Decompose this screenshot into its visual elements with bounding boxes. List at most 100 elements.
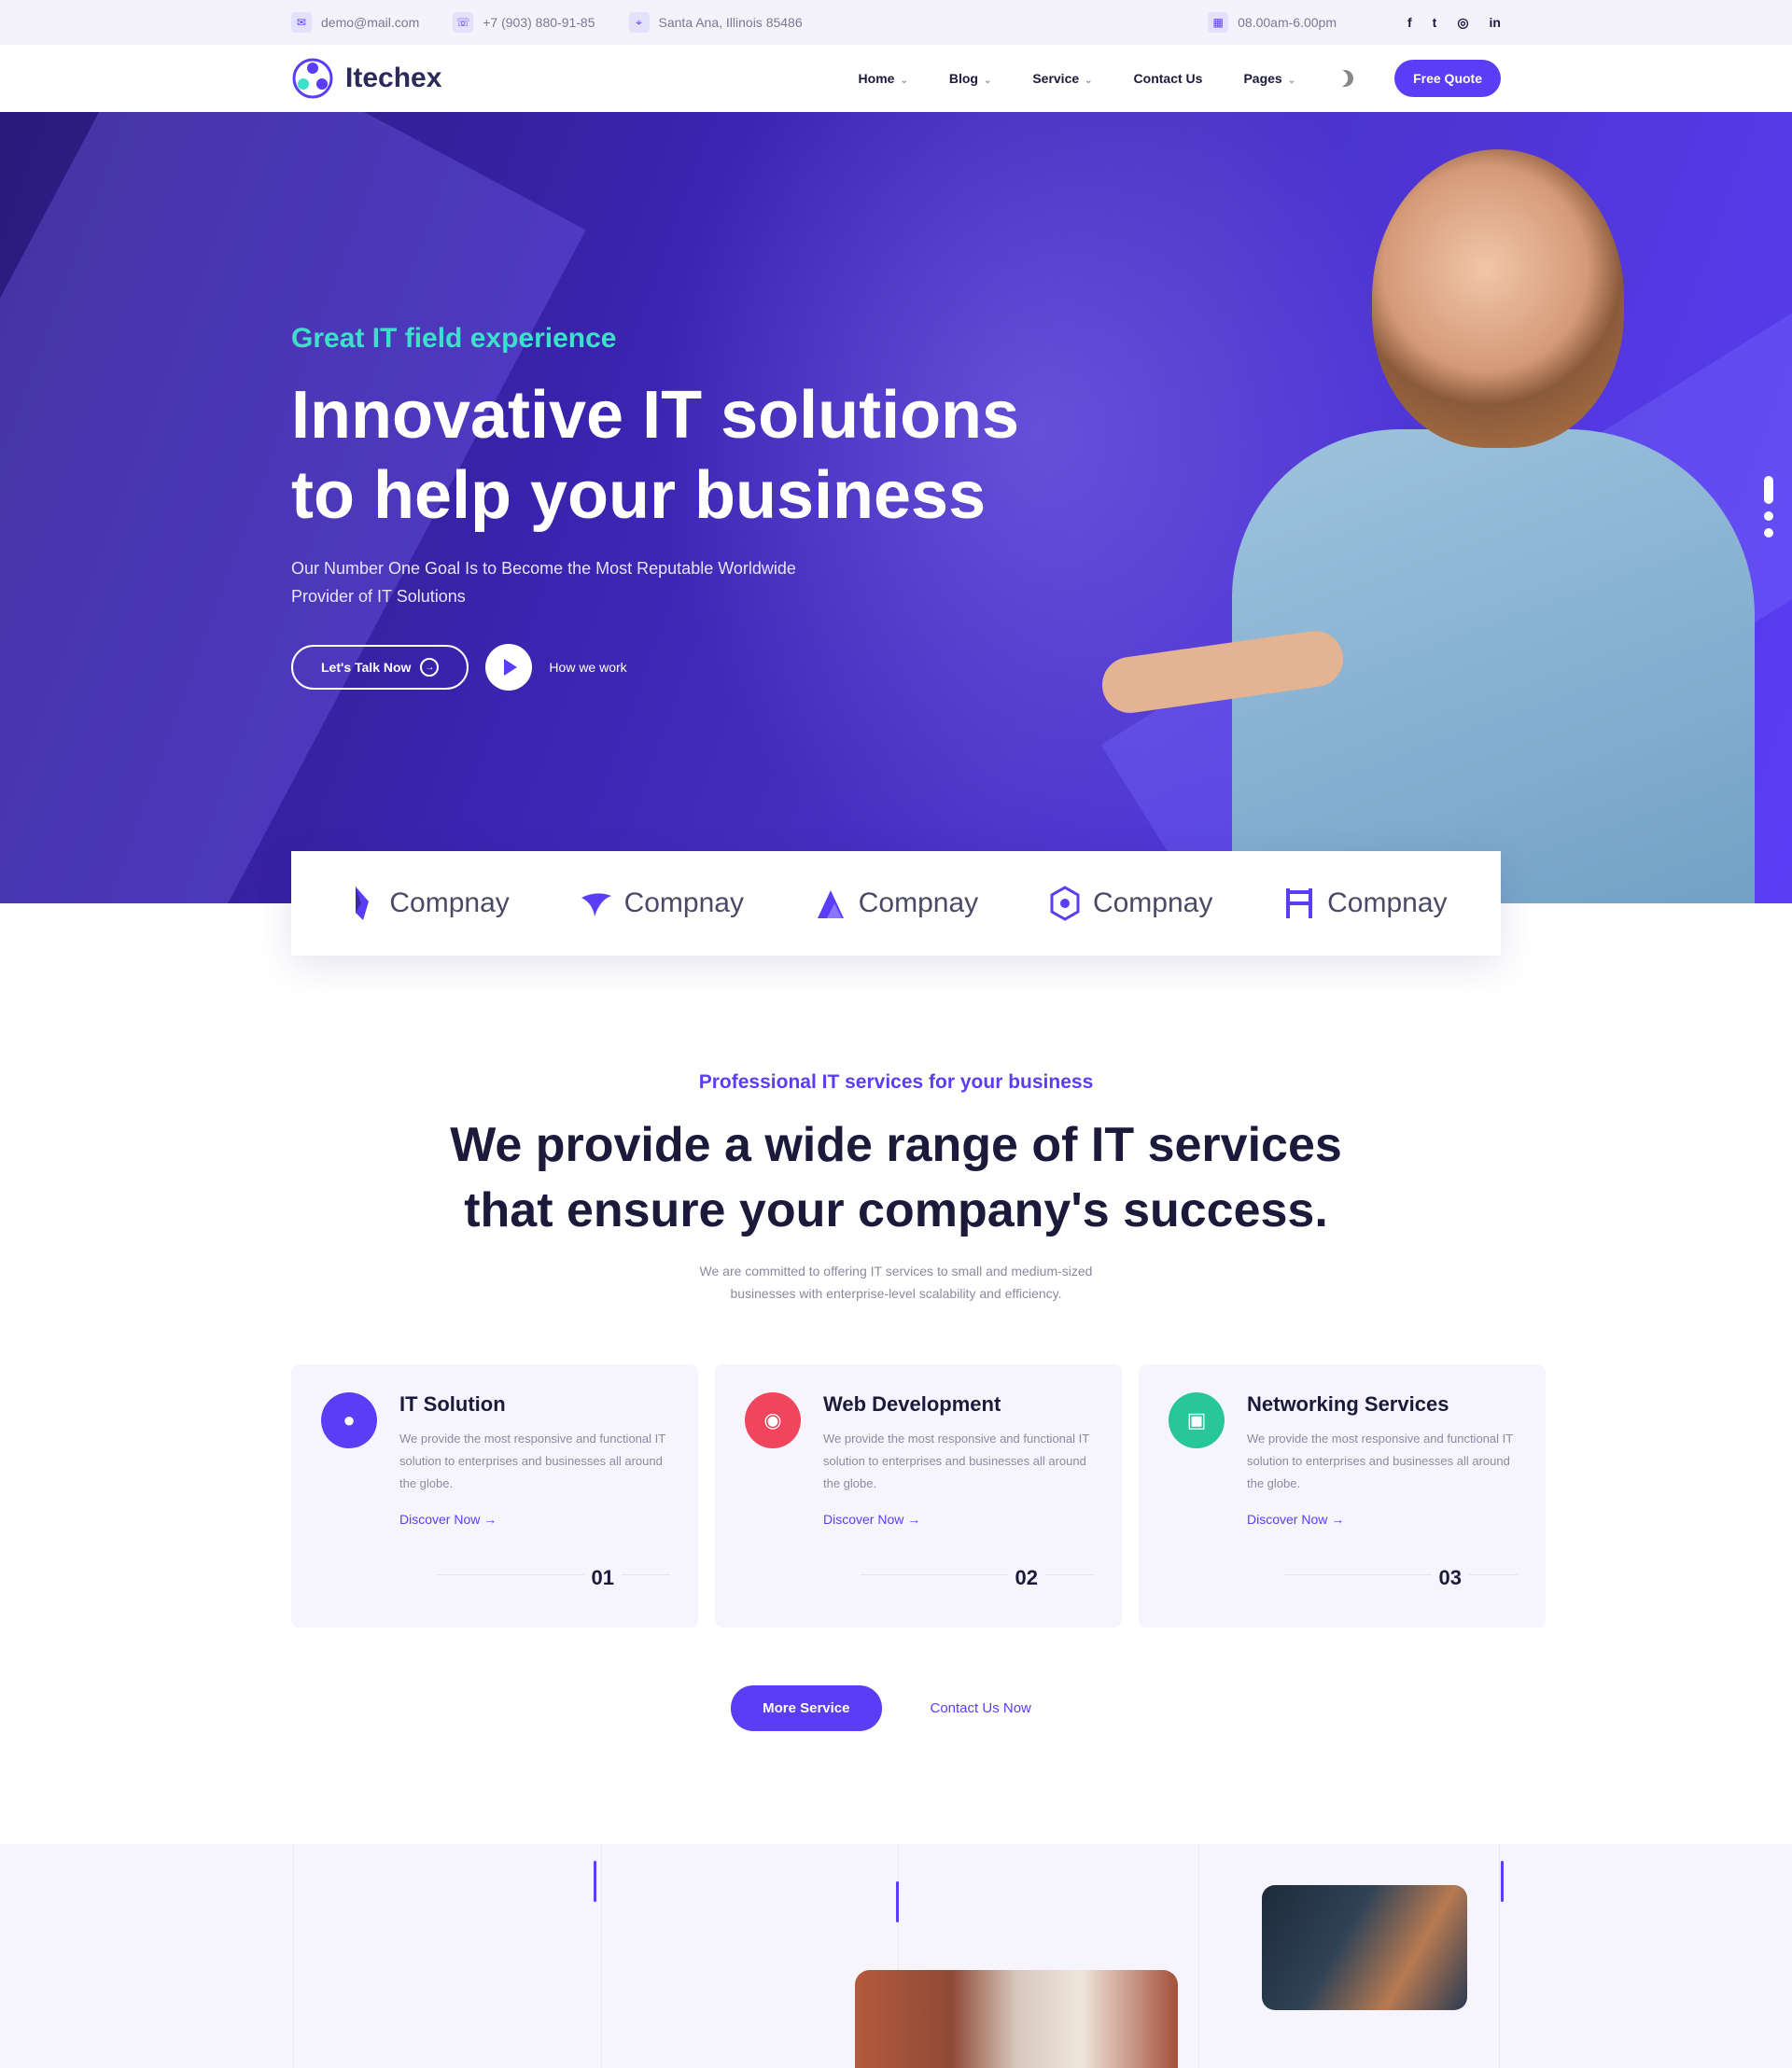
play-video-button[interactable] <box>485 644 533 691</box>
instagram-icon[interactable]: ◎ <box>1457 15 1468 31</box>
card-divider <box>861 1574 1094 1575</box>
brand-flame-icon <box>356 887 370 920</box>
nav-item-contact[interactable]: Contact Us <box>1134 71 1203 86</box>
twitter-icon[interactable]: t <box>1433 15 1437 31</box>
brand-name: Compnay <box>389 887 510 918</box>
calendar-icon: ▦ <box>1208 12 1229 33</box>
hero-description: Our Number One Goal Is to Become the Mos… <box>291 554 870 610</box>
brand-logo: Compnay <box>580 885 744 922</box>
brand-hexagon-icon <box>1050 886 1080 921</box>
contact-us-button[interactable]: Contact Us Now <box>900 1685 1061 1731</box>
hours-info: ▦ 08.00am-6.00pm <box>1208 12 1337 33</box>
nav-item-home[interactable]: Home ⌄ <box>859 71 908 86</box>
services-subtitle: Professional IT services for your busine… <box>698 1071 1094 1093</box>
free-quote-button[interactable]: Free Quote <box>1394 60 1501 97</box>
chevron-down-icon: ⌄ <box>1085 76 1093 86</box>
phone-info[interactable]: ☏ +7 (903) 880-91-85 <box>453 12 595 33</box>
how-we-work-link[interactable]: How we work <box>549 660 626 675</box>
nav-label: Service <box>1032 71 1080 86</box>
hero-person-head <box>1372 149 1624 448</box>
card-number: 02 <box>1007 1566 1045 1590</box>
services-title-line: that ensure your company's success. <box>464 1183 1328 1237</box>
brand-name: Compnay <box>623 887 744 918</box>
lightbulb-icon: ● <box>321 1392 377 1448</box>
brand-logo: Compnay <box>1048 885 1212 922</box>
hero-desc-line: Our Number One Goal Is to Become the Mos… <box>291 559 796 578</box>
hero-title: Innovative IT solutions to help your bus… <box>291 375 1131 536</box>
chevron-down-icon: ⌄ <box>1287 76 1296 86</box>
nav-label: Home <box>858 71 895 86</box>
network-icon: ▣ <box>1169 1392 1225 1448</box>
more-service-button[interactable]: More Service <box>731 1685 882 1731</box>
service-cards: ● IT Solution We provide the most respon… <box>291 1364 1546 1628</box>
grid-accent <box>896 1881 899 1922</box>
card-text: We provide the most responsive and funct… <box>399 1432 665 1490</box>
discover-now-link[interactable]: Discover Now → <box>399 1512 670 1527</box>
card-title: Web Development <box>823 1392 1001 1416</box>
address-text: Santa Ana, Illinois 85486 <box>658 15 803 30</box>
chevron-down-icon: ⌄ <box>983 76 992 86</box>
chevron-down-icon: ⌄ <box>900 76 908 86</box>
card-title: Networking Services <box>1247 1392 1449 1416</box>
slider-dot[interactable] <box>1764 511 1773 521</box>
link-label: Discover Now <box>399 1512 481 1527</box>
brand-triangle-icon <box>817 890 844 918</box>
linkedin-icon[interactable]: in <box>1490 15 1501 31</box>
hero-title-line: to help your business <box>291 458 987 533</box>
logo-icon <box>292 58 333 99</box>
dark-mode-icon[interactable] <box>1334 67 1357 91</box>
nav-item-service[interactable]: Service ⌄ <box>1032 71 1092 86</box>
brand-bracket-icon <box>1286 888 1313 918</box>
button-label: Let's Talk Now <box>321 660 412 675</box>
logo-text: Itechex <box>345 63 442 93</box>
brand-logo: Compnay <box>814 885 978 922</box>
address-info: ⌖ Santa Ana, Illinois 85486 <box>628 12 803 33</box>
discover-now-link[interactable]: Discover Now → <box>823 1512 1094 1527</box>
hero-subtitle: Great IT field experience <box>291 323 617 354</box>
discover-now-link[interactable]: Discover Now → <box>1247 1512 1518 1527</box>
grid-accent <box>594 1861 596 1902</box>
services-title-line: We provide a wide range of IT services <box>450 1118 1342 1172</box>
nav-item-blog[interactable]: Blog ⌄ <box>949 71 992 86</box>
phone-text: +7 (903) 880-91-85 <box>483 15 595 30</box>
web-code-icon: ◉ <box>745 1392 801 1448</box>
arrow-icon: → <box>420 658 440 677</box>
arrow-right-icon: → <box>1331 1512 1345 1527</box>
nav-item-pages[interactable]: Pages ⌄ <box>1243 71 1295 86</box>
brand-name: Compnay <box>1327 887 1448 918</box>
grid-line <box>293 1844 294 2068</box>
card-divider <box>437 1574 670 1575</box>
services-description: We are committed to offering IT services… <box>653 1260 1139 1305</box>
service-card-web-development[interactable]: ◉ Web Development We provide the most re… <box>715 1364 1122 1628</box>
slider-dot[interactable] <box>1764 528 1773 538</box>
lets-talk-button[interactable]: Let's Talk Now → <box>291 645 469 690</box>
hero-content: Great IT field experience Innovative IT … <box>291 323 1131 691</box>
arrow-right-icon: → <box>483 1512 497 1527</box>
card-number: 03 <box>1431 1566 1469 1590</box>
arrow-right-icon: → <box>907 1512 921 1527</box>
play-icon <box>504 659 518 676</box>
service-card-it-solution[interactable]: ● IT Solution We provide the most respon… <box>291 1364 698 1628</box>
hero-desc-line: Provider of IT Solutions <box>291 587 466 606</box>
card-text: We provide the most responsive and funct… <box>1247 1432 1513 1490</box>
email-info[interactable]: ✉ demo@mail.com <box>291 12 419 33</box>
about-section-preview <box>0 1844 1792 2068</box>
team-meeting-photo <box>855 1970 1178 2068</box>
facebook-icon[interactable]: f <box>1407 15 1412 31</box>
nav-label: Contact Us <box>1133 71 1203 86</box>
card-number: 01 <box>583 1566 622 1590</box>
service-card-networking[interactable]: ▣ Networking Services We provide the mos… <box>1139 1364 1546 1628</box>
grid-line <box>1499 1844 1500 2068</box>
services-title: We provide a wide range of IT services t… <box>336 1112 1456 1243</box>
grid-accent <box>1501 1861 1504 1902</box>
phone-icon: ☏ <box>453 12 474 33</box>
card-divider <box>1284 1574 1518 1575</box>
slider-dot-active[interactable] <box>1764 476 1773 504</box>
grid-line <box>601 1844 602 2068</box>
services-desc-line: businesses with enterprise-level scalabi… <box>730 1286 1062 1301</box>
site-logo[interactable]: Itechex <box>291 57 441 100</box>
mail-icon: ✉ <box>291 12 312 33</box>
hero-title-line: Innovative IT solutions <box>291 378 1020 453</box>
grid-line <box>1198 1844 1199 2068</box>
top-info-bar: ✉ demo@mail.com ☏ +7 (903) 880-91-85 ⌖ S… <box>0 0 1792 45</box>
